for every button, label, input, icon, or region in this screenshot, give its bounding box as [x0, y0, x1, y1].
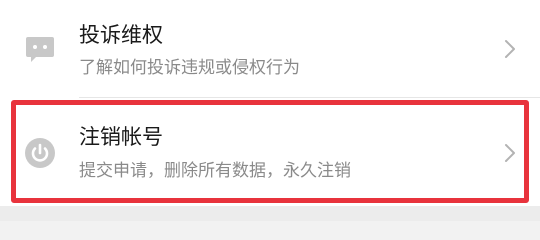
chevron-right-icon: [504, 143, 516, 163]
chevron-right-icon: [504, 39, 516, 59]
section-gap: [0, 206, 540, 221]
chat-bubble-icon: [24, 33, 56, 65]
list-item-complaint[interactable]: 投诉维权 了解如何投诉违规或侵权行为: [0, 0, 540, 98]
item-title: 投诉维权: [79, 23, 163, 47]
settings-list: 投诉维权 了解如何投诉违规或侵权行为 注销帐号 提交申请，删除所有数据，永久注销: [0, 0, 540, 206]
item-title: 注销帐号: [79, 125, 163, 149]
item-subtitle: 提交申请，删除所有数据，永久注销: [79, 161, 351, 181]
item-subtitle: 了解如何投诉违规或侵权行为: [79, 58, 300, 78]
list-item-cancel-account[interactable]: 注销帐号 提交申请，删除所有数据，永久注销: [0, 98, 540, 206]
power-icon: [24, 137, 56, 169]
